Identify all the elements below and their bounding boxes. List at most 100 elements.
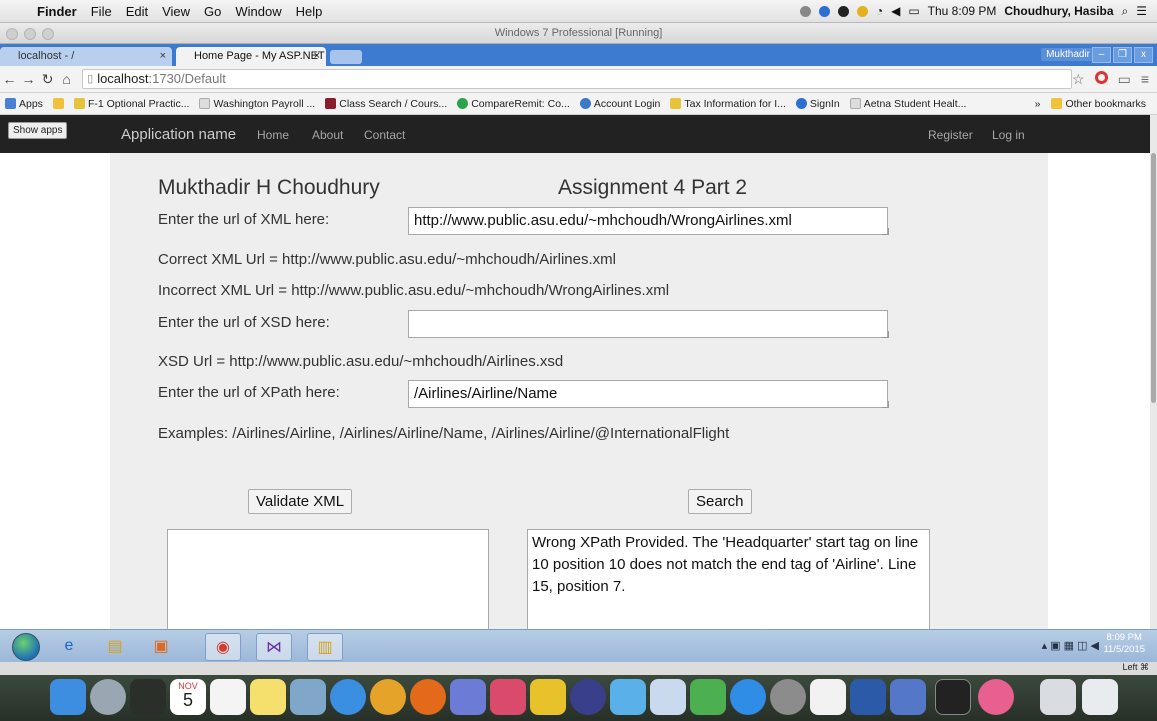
validation-output[interactable] bbox=[167, 529, 489, 629]
close-window-icon[interactable] bbox=[6, 28, 18, 40]
app-dock-icon[interactable] bbox=[890, 679, 926, 715]
reload-icon[interactable]: ↻ bbox=[38, 71, 57, 88]
reminders-dock-icon[interactable] bbox=[210, 679, 246, 715]
calendar-dock-icon[interactable]: NOV 5 bbox=[170, 679, 206, 715]
resize-handle-icon[interactable] bbox=[882, 228, 889, 235]
menu-file[interactable]: File bbox=[84, 4, 119, 19]
restore-icon[interactable]: ❐ bbox=[1113, 47, 1132, 63]
close-tab-icon[interactable]: × bbox=[314, 47, 320, 66]
taskbar-clock[interactable]: 8:09 PM 11/5/2015 bbox=[1103, 632, 1145, 656]
intellij-dock-icon[interactable] bbox=[490, 679, 526, 715]
virtualbox-dock-icon[interactable] bbox=[450, 679, 486, 715]
address-bar[interactable]: ▯ localhost:1730/Default bbox=[82, 69, 1073, 89]
textedit-dock-icon[interactable] bbox=[810, 679, 846, 715]
scrollbar-thumb[interactable] bbox=[1151, 153, 1156, 403]
site-brand-link[interactable]: Application name bbox=[121, 126, 236, 143]
xpath-input[interactable]: /Airlines/Airline/Name bbox=[408, 380, 888, 408]
register-link[interactable]: Register bbox=[928, 128, 973, 142]
volume-icon[interactable]: ◀ bbox=[891, 4, 900, 18]
chrome-icon[interactable]: ◉ bbox=[205, 633, 241, 661]
bookmark-item[interactable]: Class Search / Cours... bbox=[320, 98, 452, 110]
system-tray-icons[interactable]: ▴ ▣ ▦ ◫ ◀ bbox=[1042, 639, 1099, 652]
start-button[interactable] bbox=[12, 633, 40, 661]
messages-dock-icon[interactable] bbox=[690, 679, 726, 715]
bookmark-folder[interactable] bbox=[48, 98, 69, 109]
new-tab-button[interactable] bbox=[330, 50, 362, 64]
tab-localhost[interactable]: localhost - / × bbox=[0, 47, 172, 66]
menu-go[interactable]: Go bbox=[197, 4, 228, 19]
menu-edit[interactable]: Edit bbox=[119, 4, 155, 19]
status-icon[interactable] bbox=[856, 5, 868, 17]
more-bookmarks-chevron[interactable]: » bbox=[1035, 98, 1041, 110]
other-bookmarks[interactable]: Other bookmarks bbox=[1046, 98, 1151, 110]
xsd-url-input[interactable] bbox=[408, 310, 888, 338]
media-player-icon[interactable]: ▣ bbox=[144, 633, 178, 659]
safari-dock-icon[interactable] bbox=[330, 679, 366, 715]
menubar-clock[interactable]: Thu 8:09 PM bbox=[928, 4, 997, 18]
show-apps-button[interactable]: Show apps bbox=[8, 122, 68, 139]
chrome-menu-icon[interactable]: ≡ bbox=[1141, 71, 1149, 88]
menu-window[interactable]: Window bbox=[228, 4, 288, 19]
firefox-dock-icon[interactable] bbox=[410, 679, 446, 715]
xml-url-input[interactable]: http://www.public.asu.edu/~mhchoudh/Wron… bbox=[408, 207, 888, 235]
notification-center-icon[interactable]: ☰ bbox=[1136, 4, 1147, 18]
finder-dock-icon[interactable] bbox=[50, 679, 86, 715]
visual-studio-icon[interactable]: ⋈ bbox=[256, 633, 292, 661]
cast-icon[interactable]: ▭ bbox=[1118, 71, 1131, 88]
status-icon[interactable] bbox=[818, 5, 830, 17]
page-scrollbar[interactable] bbox=[1150, 115, 1157, 629]
profile-button[interactable]: Mukthadir bbox=[1041, 48, 1095, 61]
wifi-icon[interactable]: ◔ bbox=[876, 4, 883, 18]
status-icon[interactable] bbox=[837, 5, 849, 17]
bookmark-item[interactable]: F-1 Optional Practic... bbox=[69, 98, 195, 110]
app-store-dock-icon[interactable] bbox=[730, 679, 766, 715]
close-tab-icon[interactable]: × bbox=[160, 47, 166, 66]
app-dock-icon[interactable] bbox=[650, 679, 686, 715]
folder-window-icon[interactable]: ▥ bbox=[307, 633, 343, 661]
close-icon[interactable]: x bbox=[1134, 47, 1153, 63]
menubar-user[interactable]: Choudhury, Hasiba bbox=[1004, 4, 1113, 18]
resize-handle-icon[interactable] bbox=[882, 401, 889, 408]
menu-view[interactable]: View bbox=[155, 4, 197, 19]
documents-dock-icon[interactable] bbox=[1040, 679, 1076, 715]
notes-dock-icon[interactable] bbox=[250, 679, 286, 715]
menu-help[interactable]: Help bbox=[289, 4, 330, 19]
app-dock-icon[interactable] bbox=[570, 679, 606, 715]
nav-home-link[interactable]: Home bbox=[257, 128, 289, 142]
bookmark-item[interactable]: Account Login bbox=[575, 98, 666, 110]
itunes-dock-icon[interactable] bbox=[978, 679, 1014, 715]
minimize-window-icon[interactable] bbox=[24, 28, 36, 40]
nav-contact-link[interactable]: Contact bbox=[364, 128, 405, 142]
launchpad-dock-icon[interactable] bbox=[90, 679, 126, 715]
mission-control-dock-icon[interactable] bbox=[130, 679, 166, 715]
file-explorer-icon[interactable]: ▤ bbox=[98, 633, 132, 659]
resize-handle-icon[interactable] bbox=[882, 331, 889, 338]
opera-extension-icon[interactable] bbox=[1094, 70, 1108, 84]
bookmark-item[interactable]: SignIn bbox=[791, 98, 845, 110]
word-dock-icon[interactable] bbox=[850, 679, 886, 715]
tab-home-page[interactable]: Home Page - My ASP.NET × bbox=[176, 47, 326, 66]
search-output[interactable]: Wrong XPath Provided. The 'Headquarter' … bbox=[527, 529, 930, 629]
back-arrow-icon[interactable]: ← bbox=[0, 71, 19, 87]
login-link[interactable]: Log in bbox=[992, 128, 1025, 142]
bookmark-item[interactable]: CompareRemit: Co... bbox=[452, 98, 575, 110]
home-icon[interactable]: ⌂ bbox=[57, 71, 76, 87]
bookmark-star-icon[interactable]: ☆ bbox=[1072, 71, 1085, 88]
system-preferences-dock-icon[interactable] bbox=[770, 679, 806, 715]
virtual-machine-dock-icon[interactable] bbox=[935, 679, 971, 715]
status-icon[interactable] bbox=[799, 5, 811, 17]
preview-dock-icon[interactable] bbox=[290, 679, 326, 715]
bookmark-item[interactable]: Washington Payroll ... bbox=[194, 98, 320, 110]
zoom-window-icon[interactable] bbox=[42, 28, 54, 40]
menu-app-finder[interactable]: Finder bbox=[30, 4, 84, 19]
bookmark-apps[interactable]: Apps bbox=[0, 98, 48, 110]
trash-dock-icon[interactable] bbox=[1082, 679, 1118, 715]
internet-explorer-icon[interactable]: e bbox=[52, 633, 86, 659]
spotlight-icon[interactable]: ⌕ bbox=[1122, 4, 1129, 19]
bookmark-item[interactable]: Tax Information for I... bbox=[665, 98, 791, 110]
validate-xml-button[interactable]: Validate XML bbox=[248, 489, 353, 514]
eclipse-dock-icon[interactable] bbox=[530, 679, 566, 715]
nav-about-link[interactable]: About bbox=[312, 128, 343, 142]
bookmark-item[interactable]: Aetna Student Healt... bbox=[845, 98, 972, 110]
app-dock-icon[interactable] bbox=[610, 679, 646, 715]
